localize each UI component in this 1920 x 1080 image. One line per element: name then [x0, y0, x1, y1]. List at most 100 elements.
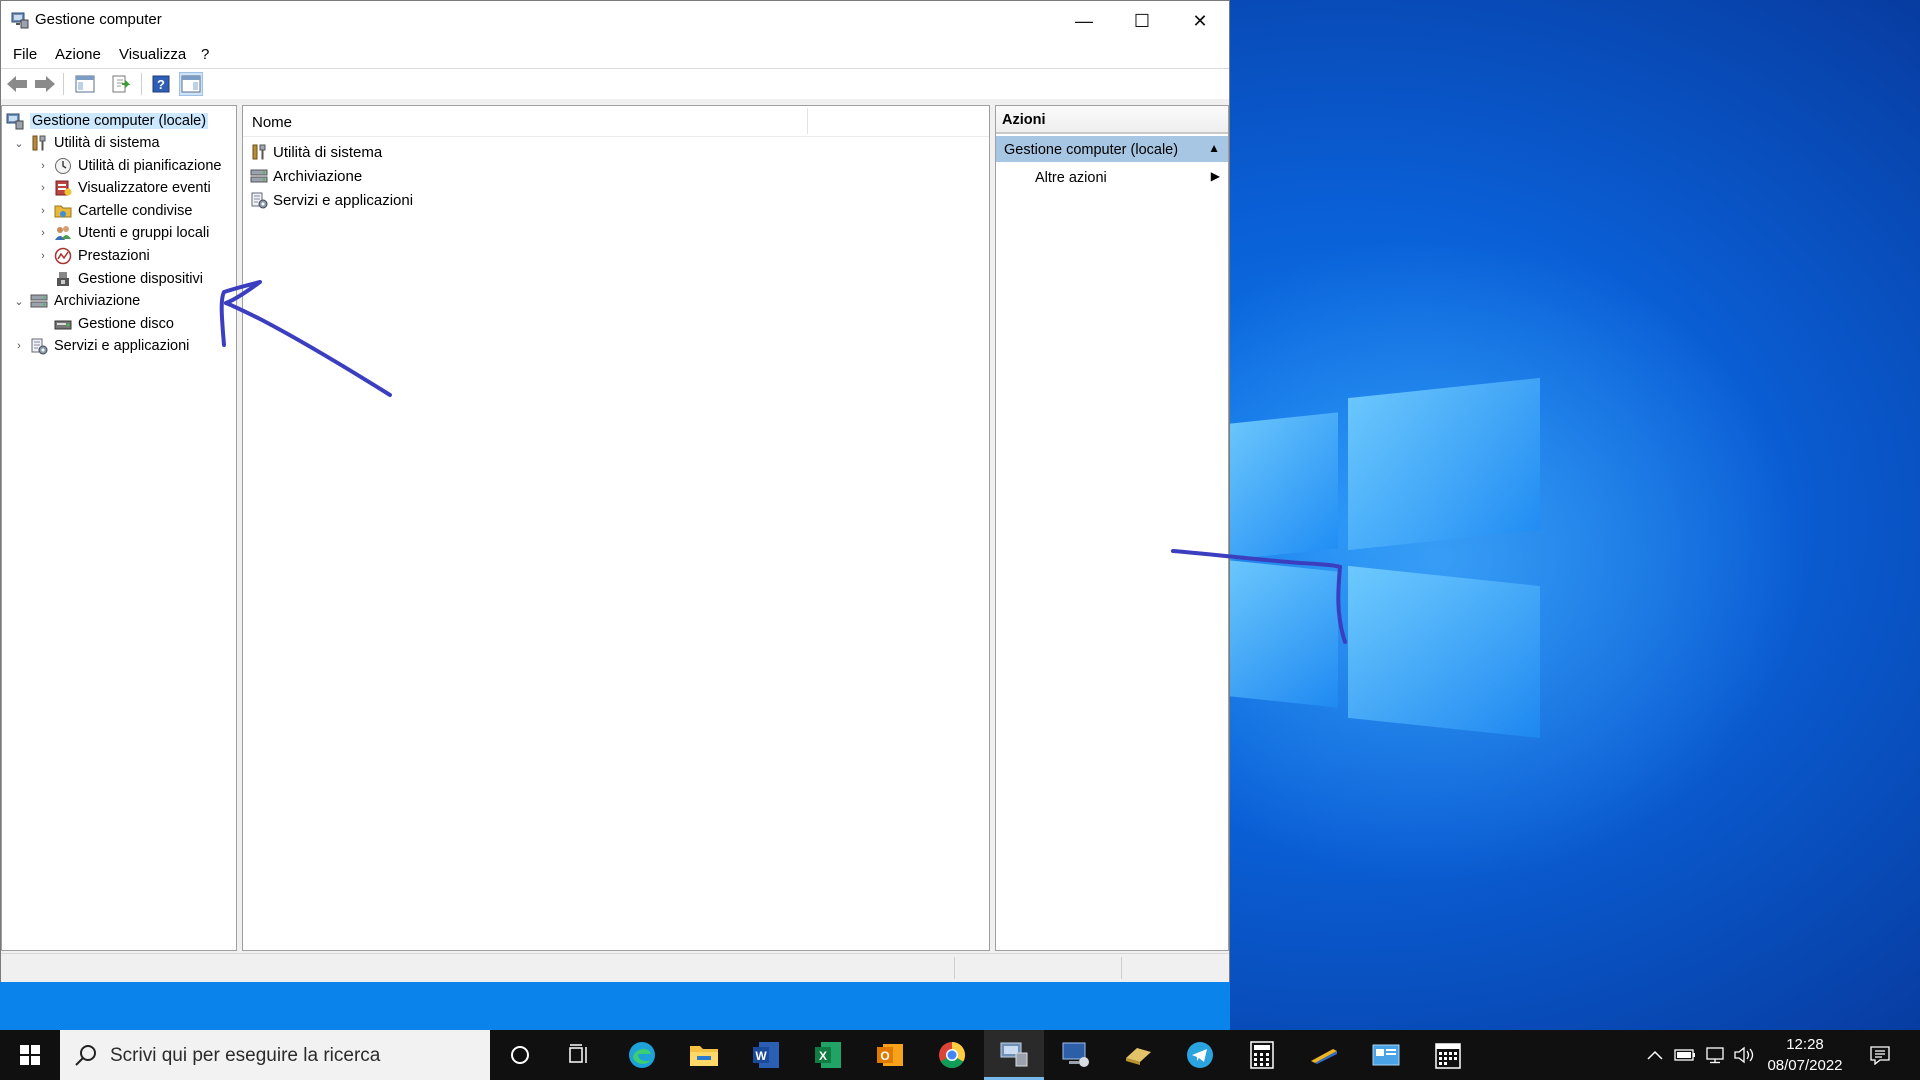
chrome-button[interactable] — [922, 1030, 982, 1080]
battery-icon — [1674, 1049, 1695, 1061]
list-item[interactable]: Archiviazione — [250, 164, 362, 188]
file-explorer-button[interactable] — [674, 1030, 734, 1080]
tree-item[interactable]: › Servizi e applicazioni — [12, 335, 189, 357]
calculator-button[interactable] — [1232, 1030, 1292, 1080]
menu-visualizza[interactable]: Visualizza — [119, 46, 186, 63]
menu-file[interactable]: File — [13, 46, 37, 63]
show-hide-action-pane-button[interactable] — [179, 72, 203, 96]
help-button[interactable]: ? — [149, 72, 173, 96]
services-icon — [30, 337, 48, 355]
svg-text:O: O — [880, 1049, 889, 1063]
column-name[interactable]: Nome — [252, 114, 292, 131]
word-icon: W — [753, 1042, 779, 1068]
tree-item[interactable]: › Visualizzatore eventi — [36, 177, 211, 199]
collapse-chevron-icon[interactable]: ⌄ — [12, 295, 26, 308]
calendar-button[interactable] — [1418, 1030, 1478, 1080]
tree-item[interactable]: › Prestazioni — [36, 245, 150, 267]
expand-chevron-icon[interactable]: › — [36, 227, 50, 239]
calculator-icon — [1250, 1041, 1274, 1069]
computer-management-taskbar-button[interactable] — [984, 1030, 1044, 1080]
expand-chevron-icon[interactable]: › — [36, 205, 50, 217]
show-hide-console-tree-button[interactable] — [73, 72, 97, 96]
show-hide-console-tree-icon — [75, 75, 95, 93]
forward-button[interactable] — [33, 72, 57, 96]
actions-section-computer-management[interactable]: Gestione computer (locale) ▲ — [996, 136, 1228, 162]
cortana-button[interactable] — [490, 1030, 550, 1080]
taskbar-clock[interactable]: 12:28 08/07/2022 — [1750, 1034, 1860, 1076]
cortana-icon — [511, 1046, 529, 1064]
toolbar-separator — [141, 73, 142, 95]
tree-item[interactable]: Gestione disco — [36, 313, 174, 335]
toolbar: ? — [1, 68, 1229, 100]
edge-icon — [629, 1042, 655, 1068]
excel-button[interactable]: X — [798, 1030, 858, 1080]
clock-icon — [54, 157, 72, 175]
title-bar[interactable]: Gestione computer — ☐ ✕ — [1, 1, 1229, 41]
eraser-button[interactable] — [1108, 1030, 1168, 1080]
tree-item-label: Gestione disco — [78, 315, 174, 332]
remote-desktop-button[interactable] — [1046, 1030, 1106, 1080]
back-button[interactable] — [5, 72, 29, 96]
performance-icon — [54, 247, 72, 265]
event-viewer-icon — [54, 179, 72, 197]
altre-azioni-item[interactable]: Altre azioni ▶ — [996, 164, 1228, 190]
tree-item[interactable]: › Utenti e gruppi locali — [36, 222, 209, 244]
telegram-button[interactable] — [1170, 1030, 1230, 1080]
export-list-button[interactable] — [109, 72, 133, 96]
word-button[interactable]: W — [736, 1030, 796, 1080]
edge-button[interactable] — [612, 1030, 672, 1080]
battery-button[interactable] — [1670, 1030, 1700, 1080]
storage-icon — [30, 292, 48, 310]
tree-item-label: Utilità di sistema — [54, 135, 160, 151]
menu-azione[interactable]: Azione — [55, 46, 101, 63]
show-hidden-icons-button[interactable] — [1640, 1030, 1670, 1080]
actions-header: Azioni — [996, 106, 1228, 134]
tree-root-label: Gestione computer (locale) — [30, 113, 209, 129]
device-manager-icon — [54, 270, 72, 288]
help-icon: ? — [152, 75, 170, 93]
computer-management-icon — [1000, 1042, 1028, 1066]
expand-chevron-icon[interactable]: › — [36, 250, 50, 262]
pen-button[interactable] — [1294, 1030, 1354, 1080]
control-panel-button[interactable] — [1356, 1030, 1416, 1080]
column-header[interactable]: Nome — [243, 106, 989, 137]
computer-management-icon — [11, 11, 29, 29]
eraser-icon — [1126, 1048, 1151, 1065]
tree-item[interactable]: › Cartelle condivise — [36, 200, 192, 222]
tree-root[interactable]: Gestione computer (locale) — [6, 110, 209, 132]
task-view-button[interactable] — [550, 1030, 610, 1080]
tree-item[interactable]: ⌄ Archiviazione — [12, 290, 140, 312]
column-divider[interactable] — [807, 108, 808, 134]
expand-chevron-icon[interactable]: › — [36, 160, 50, 172]
minimize-button[interactable]: — — [1055, 1, 1113, 41]
list-item[interactable]: Servizi e applicazioni — [250, 188, 413, 212]
taskbar-search[interactable] — [60, 1030, 490, 1080]
notifications-button[interactable] — [1862, 1030, 1898, 1080]
expand-chevron-icon[interactable]: › — [36, 182, 50, 194]
computer-management-window: Gestione computer — ☐ ✕ File Azione Visu… — [0, 0, 1230, 982]
status-divider — [954, 957, 955, 979]
search-input[interactable] — [108, 1040, 482, 1072]
collapse-chevron-icon[interactable]: ⌄ — [12, 137, 26, 150]
menu-help[interactable]: ? — [201, 46, 209, 63]
show-hide-action-pane-icon — [181, 75, 201, 93]
maximize-button[interactable]: ☐ — [1113, 1, 1171, 41]
list-item-label: Utilità di sistema — [273, 143, 383, 161]
tree-item[interactable]: ⌄ Utilità di sistema — [12, 132, 160, 154]
remote-desktop-icon — [1062, 1042, 1089, 1067]
outlook-button[interactable]: O — [860, 1030, 920, 1080]
task-view-icon — [569, 1044, 587, 1063]
close-button[interactable]: ✕ — [1171, 1, 1229, 41]
desktop-wallpaper-band — [0, 982, 1230, 1030]
start-button[interactable] — [0, 1030, 60, 1080]
tree-item[interactable]: Gestione dispositivi — [36, 268, 203, 290]
tree-item[interactable]: › Utilità di pianificazione — [36, 155, 221, 177]
list-item-label: Archiviazione — [273, 167, 363, 185]
submenu-arrow-icon: ▶ — [1210, 169, 1220, 183]
users-icon — [54, 224, 72, 242]
list-item[interactable]: Utilità di sistema — [250, 140, 382, 164]
collapse-arrow-icon[interactable]: ▲ — [1208, 141, 1220, 155]
tree-item-label: Servizi e applicazioni — [54, 338, 190, 355]
expand-chevron-icon[interactable]: › — [12, 340, 26, 352]
network-button[interactable] — [1700, 1030, 1730, 1080]
